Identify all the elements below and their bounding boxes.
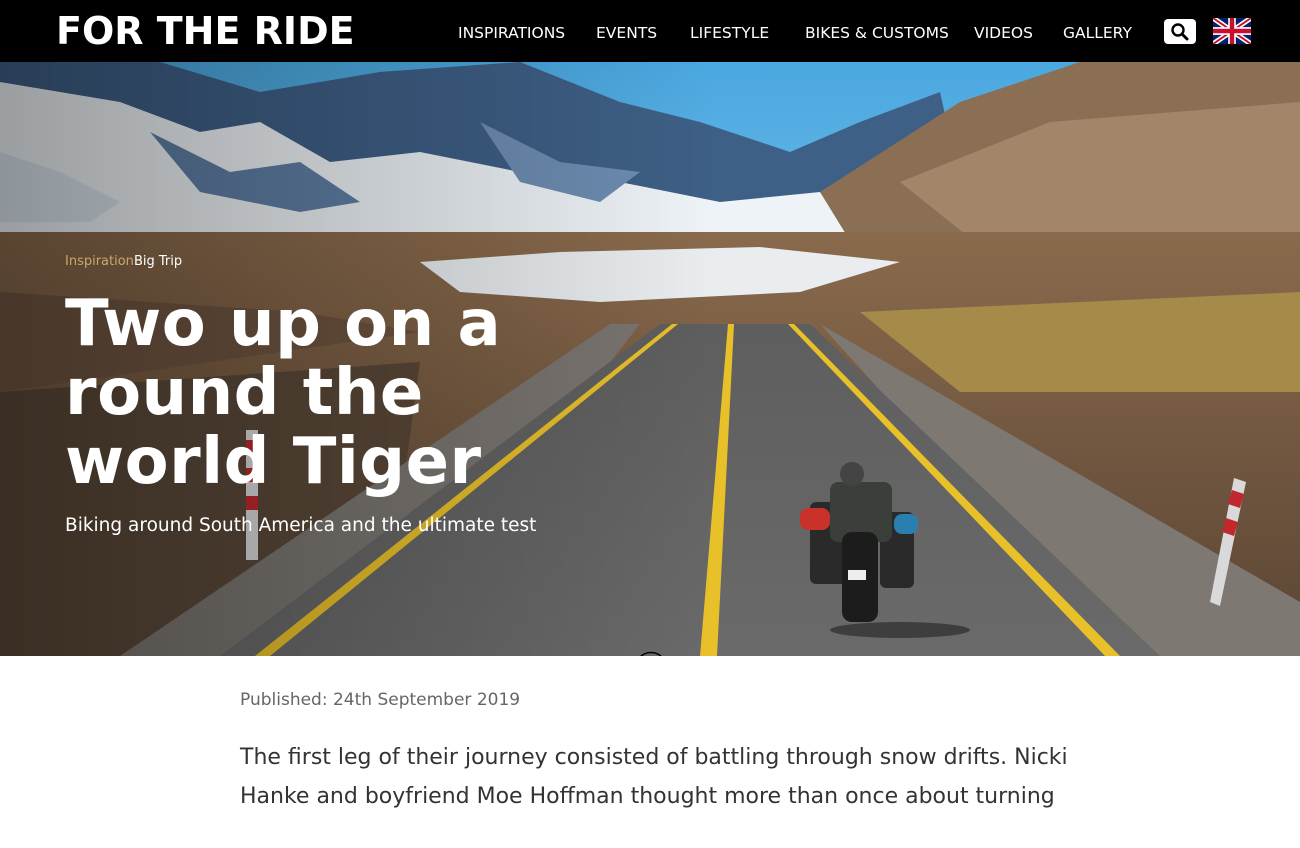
nav-item-bikes-customs[interactable]: BIKES & CUSTOMS bbox=[805, 22, 949, 44]
hero-section: InspirationBig Trip Two up on a round th… bbox=[0, 62, 1300, 656]
nav-item-inspirations[interactable]: INSPIRATIONS bbox=[458, 22, 565, 44]
search-button[interactable] bbox=[1164, 19, 1196, 44]
search-icon bbox=[1171, 23, 1189, 41]
breadcrumb: InspirationBig Trip bbox=[65, 254, 182, 270]
article-intro: The first leg of their journey consisted… bbox=[240, 745, 1068, 809]
nav-item-lifestyle[interactable]: LIFESTYLE bbox=[690, 22, 769, 44]
scroll-down-button[interactable] bbox=[634, 651, 668, 656]
arrow-down-circle-icon bbox=[639, 651, 663, 656]
nav-item-events[interactable]: EVENTS bbox=[596, 22, 657, 44]
nav-item-gallery[interactable]: GALLERY bbox=[1063, 22, 1132, 44]
published-date: Published: 24th September 2019 bbox=[240, 690, 521, 710]
top-navigation-bar: FOR THE RIDE INSPIRATIONS EVENTS LIFESTY… bbox=[0, 0, 1300, 62]
breadcrumb-big-trip[interactable]: Big Trip bbox=[134, 254, 182, 269]
site-logo[interactable]: FOR THE RIDE bbox=[56, 9, 355, 53]
article-subtitle: Biking around South America and the ulti… bbox=[65, 515, 537, 536]
article-title: Two up on a round the world Tiger bbox=[65, 287, 502, 499]
breadcrumb-inspiration[interactable]: Inspiration bbox=[65, 254, 134, 269]
uk-flag-icon[interactable] bbox=[1213, 18, 1251, 44]
nav-item-videos[interactable]: VIDEOS bbox=[974, 22, 1033, 44]
